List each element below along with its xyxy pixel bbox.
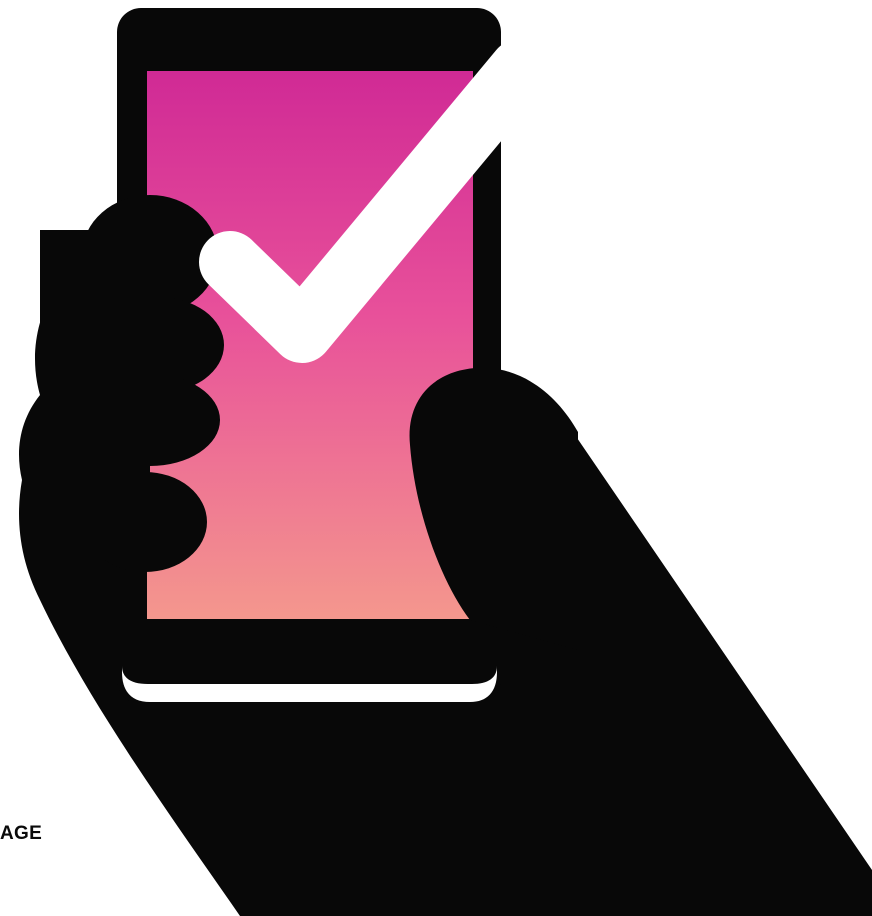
page-canvas: AGE [0,0,872,916]
hand-holding-phone-checkmark-icon [19,0,872,916]
check-trim-mask [501,0,621,150]
phone-bottom-edge [122,650,497,684]
footer-label: AGE [0,823,43,844]
fingers [40,195,224,572]
